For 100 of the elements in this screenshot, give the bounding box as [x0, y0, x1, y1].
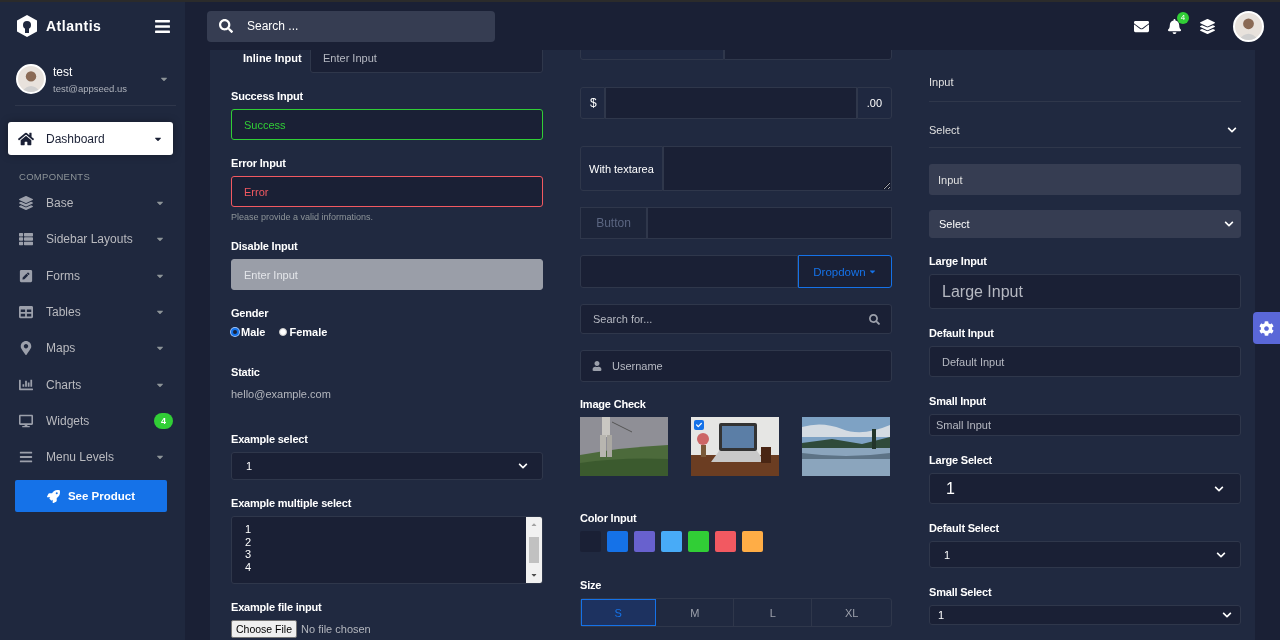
field-label: Small Input [929, 394, 988, 408]
field-label: Example multiple select [231, 496, 353, 510]
chevron-icon [1216, 549, 1226, 560]
input-field[interactable]: Success [231, 109, 543, 140]
nav-icon [19, 377, 33, 392]
radio-option[interactable]: Male [231, 326, 266, 338]
color-swatch[interactable] [715, 531, 736, 552]
select-field[interactable]: 1 [929, 541, 1241, 568]
see-product-button[interactable]: See Product [15, 480, 167, 513]
select-field[interactable]: 1 [929, 473, 1241, 504]
nav-icon [19, 450, 33, 465]
field-label: Large Select [929, 453, 994, 467]
field-label: Disable Input [231, 239, 299, 253]
nav-icon [19, 196, 33, 211]
select-field[interactable]: Select [929, 112, 1241, 148]
logo-icon [16, 14, 38, 38]
list-option[interactable]: 3 [245, 548, 526, 561]
help-text: Please provide a valid informations. [231, 211, 375, 223]
input-addon: With textarea [580, 146, 663, 191]
field-label: Example select [231, 432, 309, 446]
radio-button[interactable] [279, 328, 288, 336]
dropdown-button[interactable]: Dropdown [798, 255, 892, 288]
list-option[interactable]: 1 [245, 523, 526, 536]
nav-item[interactable]: Maps [0, 330, 185, 367]
menu-icon[interactable] [154, 17, 171, 35]
nav-icon [19, 341, 33, 356]
input-addon: $ [580, 87, 605, 119]
settings-icon [1259, 320, 1274, 336]
size-option[interactable]: XL [812, 599, 891, 626]
nav-item[interactable]: Widgets 4 [0, 402, 185, 440]
search-icon[interactable] [219, 19, 233, 33]
search-icon[interactable] [869, 313, 880, 325]
input-field[interactable]: Input [929, 62, 1241, 102]
list-option[interactable]: 2 [245, 535, 526, 548]
nav-icon [19, 232, 33, 247]
select-field[interactable]: Select [929, 210, 1241, 238]
field-label: Small Select [929, 585, 993, 599]
input-field[interactable]: Username [580, 350, 892, 382]
chevron-icon [1227, 124, 1237, 135]
input-addon: .00 [856, 87, 892, 119]
check-icon [694, 420, 704, 430]
static-text: hello@example.com [231, 388, 332, 400]
list-option[interactable]: 4 [245, 560, 526, 573]
field-label: Color Input [580, 511, 638, 525]
input-field[interactable] [580, 255, 798, 288]
select-field[interactable]: 1 [929, 605, 1241, 625]
user-email: test@appseed.us [53, 82, 129, 94]
color-swatch[interactable] [742, 531, 763, 552]
radio-option[interactable]: Female [279, 326, 328, 338]
field-label: Image Check [580, 397, 647, 411]
section-heading: COMPONENTS [19, 170, 92, 184]
field-label: Size [580, 578, 603, 592]
avatar[interactable] [1233, 10, 1264, 42]
select-field[interactable]: 1 [231, 452, 543, 480]
input-field[interactable]: Error [231, 176, 543, 207]
nav-item[interactable]: Dashboard [8, 122, 173, 155]
mail-icon[interactable] [1134, 18, 1149, 34]
input-field[interactable]: Large Input [929, 274, 1241, 309]
bell-icon[interactable] [1167, 18, 1182, 34]
nav-item[interactable]: Forms [0, 257, 185, 294]
file-status: No file chosen [301, 623, 371, 635]
layers-icon[interactable] [1200, 18, 1215, 34]
user-name: test [53, 64, 74, 79]
input-field[interactable]: Default Input [929, 346, 1241, 377]
field-label: Default Input [929, 326, 995, 340]
search-field[interactable]: Search for... [580, 304, 892, 334]
search-field[interactable]: Search ... [207, 10, 495, 42]
color-swatch[interactable] [661, 531, 682, 552]
rocket-icon [46, 489, 60, 503]
nav-item[interactable]: Charts [0, 366, 185, 403]
color-swatch[interactable] [607, 531, 628, 552]
input-field[interactable]: Enter Input [310, 50, 543, 73]
scrollbar[interactable] [526, 517, 542, 583]
list-box[interactable]: 1 2 3 4 [231, 516, 543, 584]
field-label: Success Input [231, 89, 304, 103]
input-field[interactable]: Small Input [929, 414, 1241, 436]
notification-badge: 4 [1177, 11, 1189, 24]
size-option[interactable]: M [656, 599, 735, 626]
choose-file-button[interactable]: Choose File [231, 620, 298, 638]
user-icon [592, 361, 602, 371]
nav-item[interactable]: Sidebar Layouts [0, 221, 185, 258]
field-label: Default Select [929, 521, 1000, 535]
input-field[interactable]: Input [929, 164, 1241, 195]
field-label: Static [231, 365, 261, 379]
nav-icon [19, 268, 33, 283]
settings-button[interactable] [1253, 312, 1280, 344]
nav-item[interactable]: Tables [0, 293, 185, 331]
field-label: Gender [231, 306, 270, 320]
home-icon [18, 130, 34, 147]
brand-name: Atlantis [46, 18, 103, 34]
radio-button[interactable] [231, 328, 239, 336]
nav-item[interactable]: Menu Levels [0, 439, 185, 476]
chevron-icon [1222, 610, 1232, 620]
size-option[interactable]: L [734, 599, 813, 626]
chevron-icon [1224, 219, 1234, 229]
chevron-icon [518, 461, 528, 471]
scroll-down-icon[interactable] [530, 571, 538, 579]
color-swatch[interactable] [634, 531, 655, 552]
color-swatch[interactable] [688, 531, 709, 552]
nav-item[interactable]: Base [0, 185, 185, 222]
